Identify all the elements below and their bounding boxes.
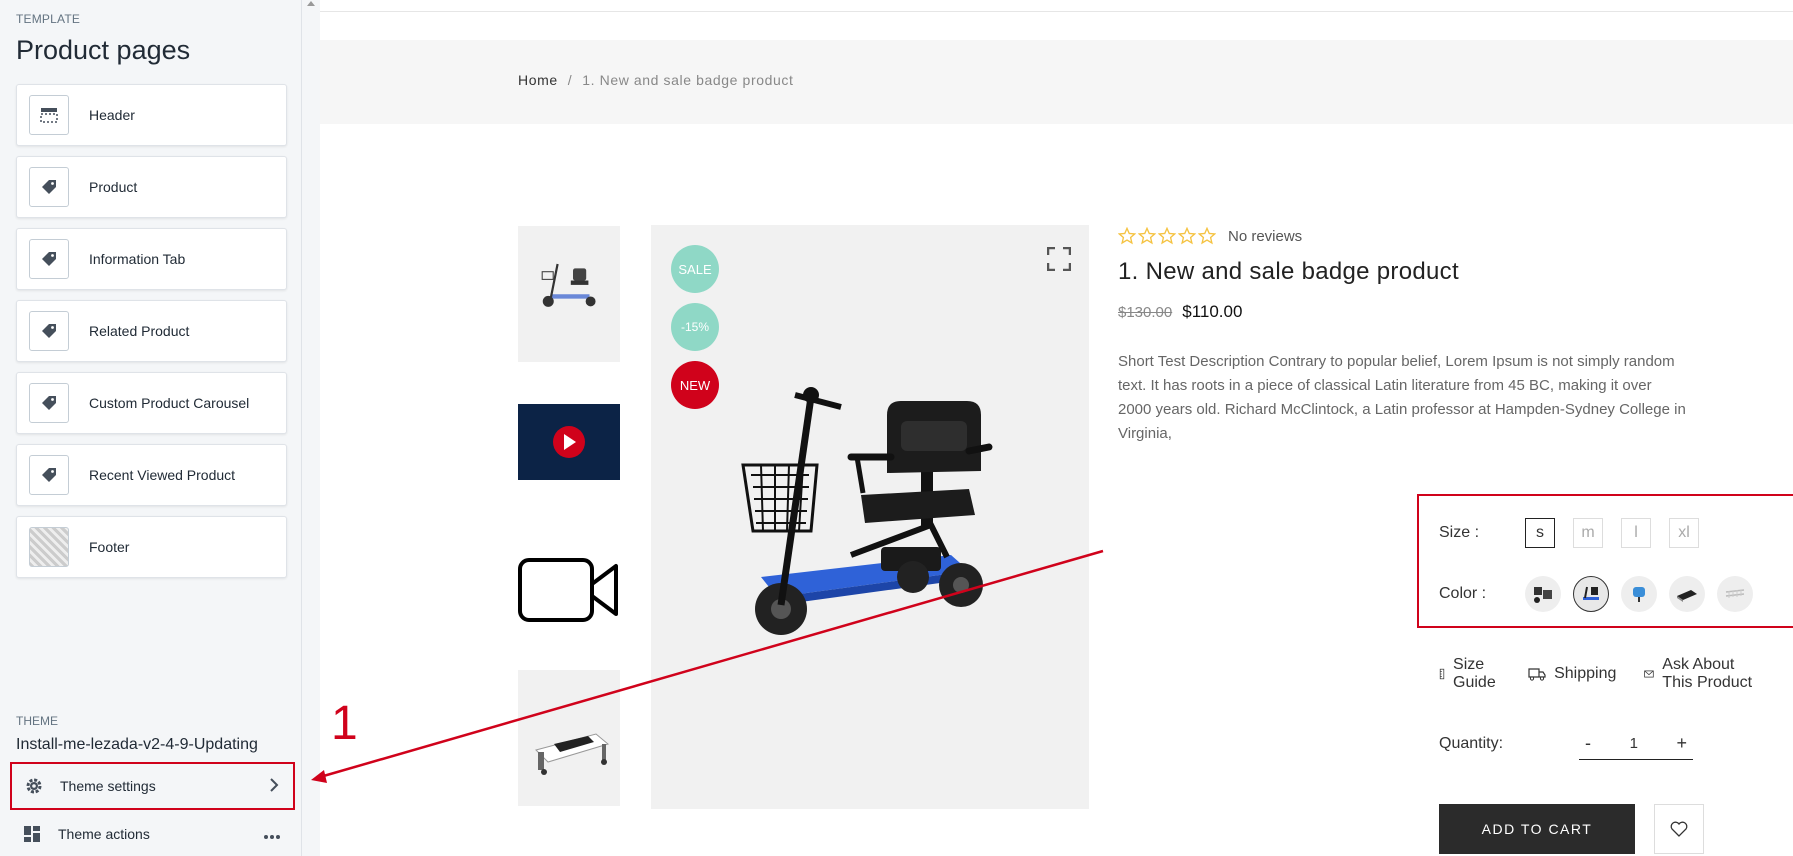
breadcrumb-home-link[interactable]: Home [518, 72, 558, 88]
theme-label: THEME [16, 714, 58, 728]
section-related-product[interactable]: Related Product [16, 300, 287, 362]
color-swatch-1[interactable] [1525, 576, 1561, 612]
tag-icon [29, 455, 69, 495]
star-rating[interactable] [1118, 227, 1216, 245]
tag-icon [29, 239, 69, 279]
color-selector: Color : [1439, 576, 1765, 612]
product-main-image[interactable]: SALE -15% NEW [651, 225, 1089, 809]
section-label: Product [89, 179, 138, 195]
store-preview: Home / 1. New and sale badge product SALE … [320, 0, 1793, 856]
star-icon [1158, 227, 1176, 245]
color-swatch-2[interactable] [1573, 576, 1609, 612]
ask-about-product-label: Ask About This Product [1662, 656, 1753, 691]
tag-icon [29, 383, 69, 423]
star-icon [1118, 227, 1136, 245]
quantity-label: Quantity: [1439, 735, 1504, 752]
breadcrumb-bar: Home / 1. New and sale badge product [320, 40, 1793, 124]
product-links: Size Guide Shipping Ask About This Produ… [1439, 656, 1793, 692]
quantity-row: Quantity: - 1 + [1439, 728, 1693, 760]
shipping-label: Shipping [1554, 665, 1617, 682]
theme-name: Install-me-lezada-v2-4-9-Updating [16, 736, 258, 753]
section-label: Footer [89, 539, 130, 555]
theme-settings-button[interactable]: Theme settings [10, 762, 295, 810]
section-label: Related Product [89, 323, 190, 339]
theme-actions-icon [22, 824, 46, 844]
annotation-number: 1 [331, 697, 358, 750]
section-product[interactable]: Product [16, 156, 287, 218]
color-swatch-5[interactable] [1717, 576, 1753, 612]
section-information-tab[interactable]: Information Tab [16, 228, 287, 290]
size-label: Size : [1439, 524, 1480, 541]
ask-about-product-link[interactable]: Ask About This Product [1644, 656, 1765, 692]
section-header[interactable]: Header [16, 84, 287, 146]
quantity-increase-button[interactable]: + [1670, 733, 1693, 754]
theme-info: THEME Install-me-lezada-v2-4-9-Updating [16, 714, 258, 754]
theme-settings-label: Theme settings [60, 778, 156, 794]
reviews-count[interactable]: No reviews [1228, 228, 1302, 245]
star-icon [1178, 227, 1196, 245]
section-recent-viewed-product[interactable]: Recent Viewed Product [16, 444, 287, 506]
page-title: Product pages [16, 35, 191, 65]
video-camera-icon[interactable] [518, 556, 620, 624]
size-option-m[interactable]: m [1573, 518, 1603, 548]
section-footer[interactable]: Footer [16, 516, 287, 578]
quantity-decrease-button[interactable]: - [1579, 733, 1597, 754]
scooter-illustration [741, 387, 993, 635]
product-title: 1. New and sale badge product [1118, 258, 1459, 285]
header-layout-icon [29, 95, 69, 135]
color-swatch-3[interactable] [1621, 576, 1657, 612]
product-thumbnail-scooter[interactable] [518, 226, 620, 362]
tag-icon [29, 167, 69, 207]
section-label: Information Tab [89, 251, 186, 267]
size-selector: Size : s m l xl [1439, 518, 1717, 548]
ruler-icon [1439, 668, 1445, 680]
envelope-icon [1644, 670, 1655, 678]
color-label: Color : [1439, 585, 1487, 602]
star-icon [1198, 227, 1216, 245]
color-swatch-4[interactable] [1669, 576, 1705, 612]
store-logo-partial[interactable] [372, 0, 522, 17]
gear-icon [24, 776, 48, 796]
chevron-right-icon [269, 776, 279, 797]
section-list: Header Product Information Tab Related P… [16, 84, 287, 588]
product-thumbnail-bed[interactable] [518, 670, 620, 806]
rating-row: No reviews [1118, 222, 1718, 250]
truck-icon [1528, 668, 1546, 681]
theme-actions-label: Theme actions [58, 826, 150, 842]
size-option-xl[interactable]: xl [1669, 518, 1699, 548]
product-description: Short Test Description Contrary to popul… [1118, 353, 1686, 442]
section-label: Header [89, 107, 135, 123]
size-guide-link[interactable]: Size Guide [1439, 656, 1500, 692]
quantity-stepper: - 1 + [1579, 728, 1693, 760]
sidebar-scrollbar[interactable] [302, 0, 320, 856]
breadcrumb: Home / 1. New and sale badge product [518, 72, 793, 88]
breadcrumb-current: 1. New and sale badge product [582, 72, 794, 88]
variant-selector-highlight: Size : s m l xl Color : [1417, 494, 1793, 628]
price-row: $130.00 $110.00 [1118, 302, 1718, 322]
tag-icon [29, 311, 69, 351]
theme-editor-sidebar: TEMPLATE Product pages Header Product In… [0, 0, 302, 856]
store-header-strip [320, 0, 1793, 12]
footer-thumbnail [29, 527, 69, 567]
template-label: TEMPLATE [16, 12, 81, 26]
size-option-s[interactable]: s [1525, 518, 1555, 548]
breadcrumb-separator: / [567, 72, 573, 88]
size-guide-label: Size Guide [1453, 656, 1496, 691]
compare-at-price: $130.00 [1118, 304, 1173, 321]
more-horizontal-icon[interactable] [263, 824, 281, 845]
add-to-cart-button[interactable]: ADD TO CART [1439, 804, 1635, 854]
product-info: No reviews 1. New and sale badge product… [1118, 222, 1718, 446]
product-thumbnail-video[interactable] [518, 404, 620, 480]
scroll-up-arrow-icon[interactable] [307, 1, 315, 6]
theme-actions-button[interactable]: Theme actions [10, 814, 295, 854]
size-option-l[interactable]: l [1621, 518, 1651, 548]
section-custom-product-carousel[interactable]: Custom Product Carousel [16, 372, 287, 434]
sale-price: $110.00 [1182, 302, 1243, 321]
section-label: Custom Product Carousel [89, 395, 250, 411]
star-icon [1138, 227, 1156, 245]
wishlist-heart-icon[interactable] [1654, 804, 1704, 854]
quantity-input[interactable]: 1 [1624, 735, 1644, 752]
section-label: Recent Viewed Product [89, 467, 236, 483]
shipping-link[interactable]: Shipping [1528, 665, 1616, 683]
